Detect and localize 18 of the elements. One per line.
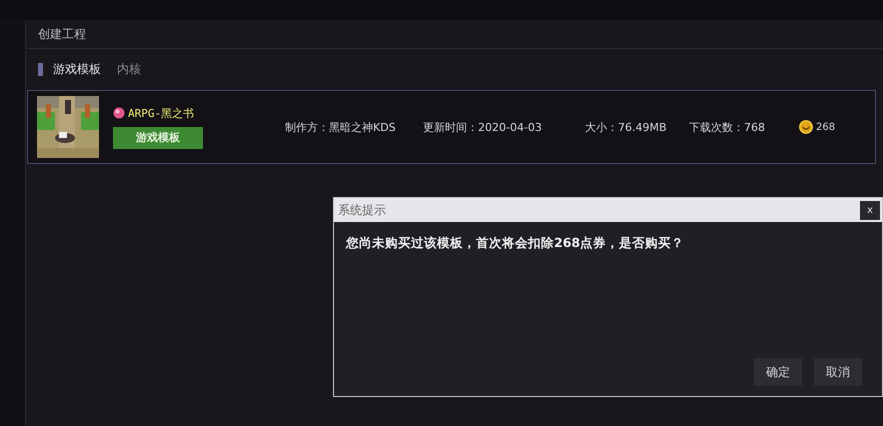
dialog-message: 您尚未购买过该模板，首次将会扣除268点券，是否购买？ <box>344 234 686 252</box>
tab[interactable]: 游戏模板 <box>53 60 101 78</box>
update-time-text: 更新时间：2020-04-03 <box>423 120 543 134</box>
gem-icon <box>113 107 125 119</box>
price-text: 268 <box>816 122 836 132</box>
dialog-button[interactable]: 确定 <box>754 358 802 386</box>
size-text: 大小：76.49MB <box>585 120 668 134</box>
close-button[interactable]: x <box>860 200 880 220</box>
dialog-button[interactable]: 取消 <box>814 358 862 386</box>
coin-icon <box>799 120 813 134</box>
template-name: ARPG-黑之书 <box>128 106 194 120</box>
dialog-title: 系统提示 <box>338 202 386 218</box>
maker-text: 制作方：黑暗之神KDS <box>285 120 397 134</box>
download-count-text: 下载次数：768 <box>689 120 766 134</box>
template-card[interactable]: ARPG-黑之书 游戏模板 制作方：黑暗之神KDS 更新时间：2020-04-03 大小：76.49MB 下载次数：768 268 <box>27 90 876 164</box>
template-tag-button[interactable]: 游戏模板 <box>113 126 203 148</box>
tab[interactable]: 内核 <box>117 60 141 78</box>
panel-title: 创建工程 <box>38 26 86 42</box>
